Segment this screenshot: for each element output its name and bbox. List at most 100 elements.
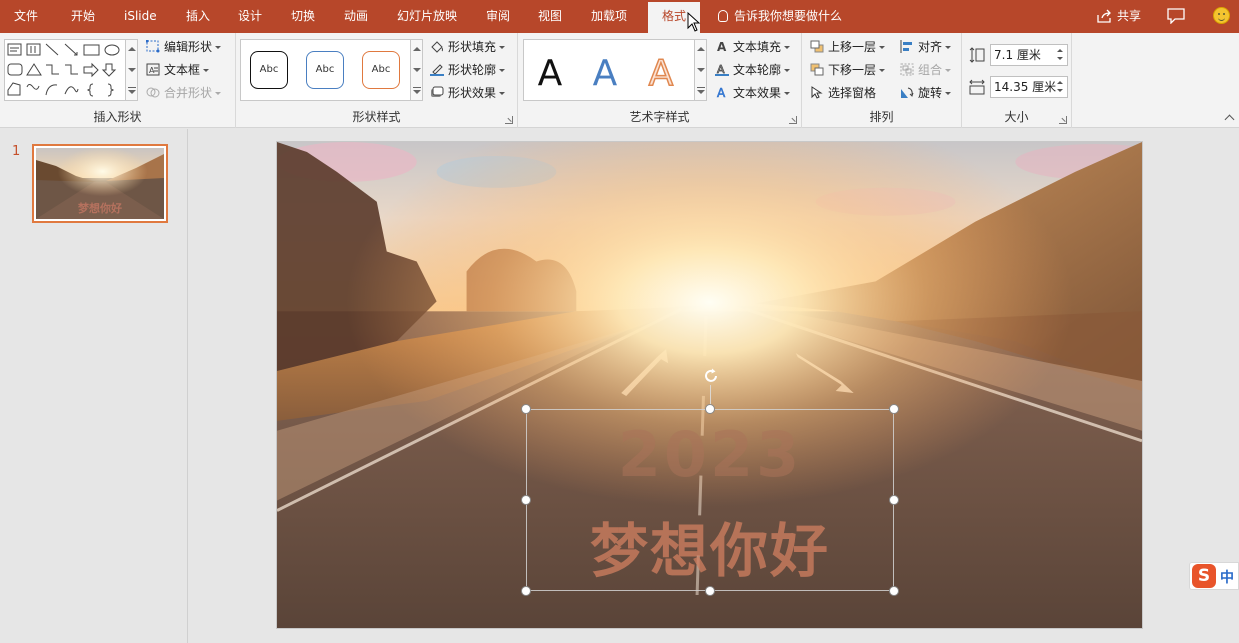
shape-effects-label: 形状效果 [448, 86, 497, 100]
group-arrange: 上移一层 下移一层 选择窗格 对齐 组合 旋转 排列 [802, 33, 962, 128]
tab-islide[interactable]: iSlide [124, 0, 157, 33]
shape-effects-button[interactable]: 形状效果 [430, 83, 506, 103]
pen-outline-icon [430, 64, 444, 76]
wordart-preset-1[interactable]: A [530, 54, 570, 94]
bring-forward-icon [810, 40, 824, 53]
text-fill-label: 文本填充 [733, 40, 782, 54]
shape-style-preset-3[interactable]: Abc [362, 51, 400, 89]
selection-pane-icon [811, 86, 823, 99]
send-backward-label: 下移一层 [828, 63, 877, 77]
slide-editing-canvas: 2023 梦想你好 [189, 129, 1239, 643]
selection-pane-label: 选择窗格 [828, 86, 877, 100]
shape-style-preset-2[interactable]: Abc [306, 51, 344, 89]
text-effects-label: 文本效果 [733, 86, 782, 100]
selection-pane-button[interactable]: 选择窗格 [810, 83, 876, 103]
ribbon-tab-bar: 文件 开始 iSlide 插入 设计 切换 动画 幻灯片放映 审阅 视图 加载项… [0, 0, 1239, 33]
ime-status-bar[interactable]: S 中 [1189, 562, 1239, 590]
rotate-handle-icon[interactable] [702, 367, 720, 385]
shape-styles-dialog-launcher[interactable] [505, 116, 513, 124]
shape-styles-scrollbar[interactable] [410, 40, 422, 100]
shape-fill-button[interactable]: 形状填充 [430, 37, 506, 57]
tab-animations[interactable]: 动画 [344, 0, 368, 33]
group-objects-button[interactable]: 组合 [900, 60, 952, 80]
collapse-ribbon-icon[interactable] [1224, 114, 1235, 125]
tab-slideshow[interactable]: 幻灯片放映 [397, 0, 457, 33]
bring-forward-button[interactable]: 上移一层 [810, 37, 886, 57]
rotate-icon [901, 87, 914, 98]
size-dialog-launcher[interactable] [1059, 116, 1067, 124]
edit-shape-icon [146, 40, 160, 53]
shapes-gallery-scrollbar[interactable] [125, 40, 137, 100]
slide-number: 1 [12, 144, 21, 159]
resize-handle-bottom[interactable] [705, 586, 715, 596]
share-label: 共享 [1117, 9, 1142, 23]
shape-width-input[interactable]: 14.35 厘米 [990, 76, 1068, 98]
wordart-styles-scrollbar[interactable] [694, 40, 706, 100]
slide-thumbnail-preview: 梦想你好 [36, 148, 164, 219]
text-box-button[interactable]: A 文本框 [146, 60, 210, 80]
selected-text-box[interactable] [526, 409, 894, 591]
tab-file[interactable]: 文件 [14, 0, 38, 33]
rotate-label: 旋转 [918, 86, 943, 100]
resize-handle-bottom-left[interactable] [521, 586, 531, 596]
share-button[interactable]: 共享 [1097, 0, 1141, 33]
mouse-cursor-icon [687, 12, 701, 32]
slide-thumbnail-1[interactable]: 梦想你好 [32, 144, 168, 223]
edit-shape-label: 编辑形状 [164, 40, 213, 54]
tell-me-label: 告诉我你想要做什么 [734, 9, 843, 23]
text-fill-icon: A [717, 40, 727, 53]
text-effects-icon: A [717, 86, 727, 99]
resize-handle-right[interactable] [889, 495, 899, 505]
width-spinner[interactable] [1057, 79, 1065, 95]
text-effects-button[interactable]: A 文本效果 [715, 83, 791, 103]
group-shape-styles: Abc Abc Abc 形状填充 形状轮廓 形状效果 形状样式 [236, 33, 518, 128]
sogou-ime-icon: S [1192, 564, 1216, 588]
shapes-gallery[interactable] [4, 39, 138, 101]
text-outline-button[interactable]: A 文本轮廓 [715, 60, 791, 80]
merge-shapes-button[interactable]: 合并形状 [146, 83, 222, 103]
resize-handle-top-right[interactable] [889, 404, 899, 414]
text-outline-label: 文本轮廓 [733, 63, 782, 77]
tab-transitions[interactable]: 切换 [291, 0, 315, 33]
svg-text:A: A [717, 86, 726, 99]
resize-handle-bottom-right[interactable] [889, 586, 899, 596]
text-box-label: 文本框 [164, 63, 201, 77]
group-label-wordart-styles: 艺术字样式 [629, 110, 690, 124]
rotate-button[interactable]: 旋转 [900, 83, 952, 103]
tab-addins[interactable]: 加载项 [591, 0, 627, 33]
tab-review[interactable]: 审阅 [486, 0, 510, 33]
group-objects-label: 组合 [918, 63, 943, 77]
send-backward-button[interactable]: 下移一层 [810, 60, 886, 80]
shape-height-input[interactable]: 7.1 厘米 [990, 44, 1068, 66]
wordart-preset-3[interactable]: A [641, 53, 681, 95]
group-objects-icon [900, 63, 914, 76]
ime-mode-label[interactable]: 中 [1220, 567, 1234, 587]
slide-1[interactable]: 2023 梦想你好 [276, 141, 1143, 629]
tell-me-search[interactable]: 告诉我你想要做什么 [718, 0, 842, 33]
share-icon [1097, 9, 1111, 23]
group-label-size: 大小 [1004, 110, 1029, 124]
resize-handle-top-left[interactable] [521, 404, 531, 414]
shape-style-preset-1[interactable]: Abc [250, 51, 288, 89]
shape-styles-gallery[interactable]: Abc Abc Abc [240, 39, 423, 101]
tab-home[interactable]: 开始 [71, 0, 95, 33]
shape-outline-button[interactable]: 形状轮廓 [430, 60, 506, 80]
align-button[interactable]: 对齐 [900, 37, 952, 57]
resize-handle-left[interactable] [521, 495, 531, 505]
resize-handle-top[interactable] [705, 404, 715, 414]
tab-insert[interactable]: 插入 [186, 0, 210, 33]
text-fill-button[interactable]: A 文本填充 [715, 37, 791, 57]
edit-shape-button[interactable]: 编辑形状 [146, 37, 222, 57]
shape-height-value: 7.1 厘米 [994, 48, 1041, 62]
height-spinner[interactable] [1057, 47, 1065, 63]
feedback-smiley-icon[interactable] [1213, 7, 1230, 24]
tab-view[interactable]: 视图 [538, 0, 562, 33]
wordart-preset-2[interactable]: A [585, 54, 625, 94]
wordart-styles-dialog-launcher[interactable] [789, 116, 797, 124]
bring-forward-label: 上移一层 [828, 40, 877, 54]
tab-design[interactable]: 设计 [238, 0, 262, 33]
comment-icon[interactable] [1167, 8, 1185, 24]
slide-thumbnail-pane: 1 梦想你好 [0, 129, 188, 643]
wordart-styles-gallery[interactable]: A A A [523, 39, 707, 101]
group-label-shape-styles: 形状样式 [352, 110, 401, 124]
